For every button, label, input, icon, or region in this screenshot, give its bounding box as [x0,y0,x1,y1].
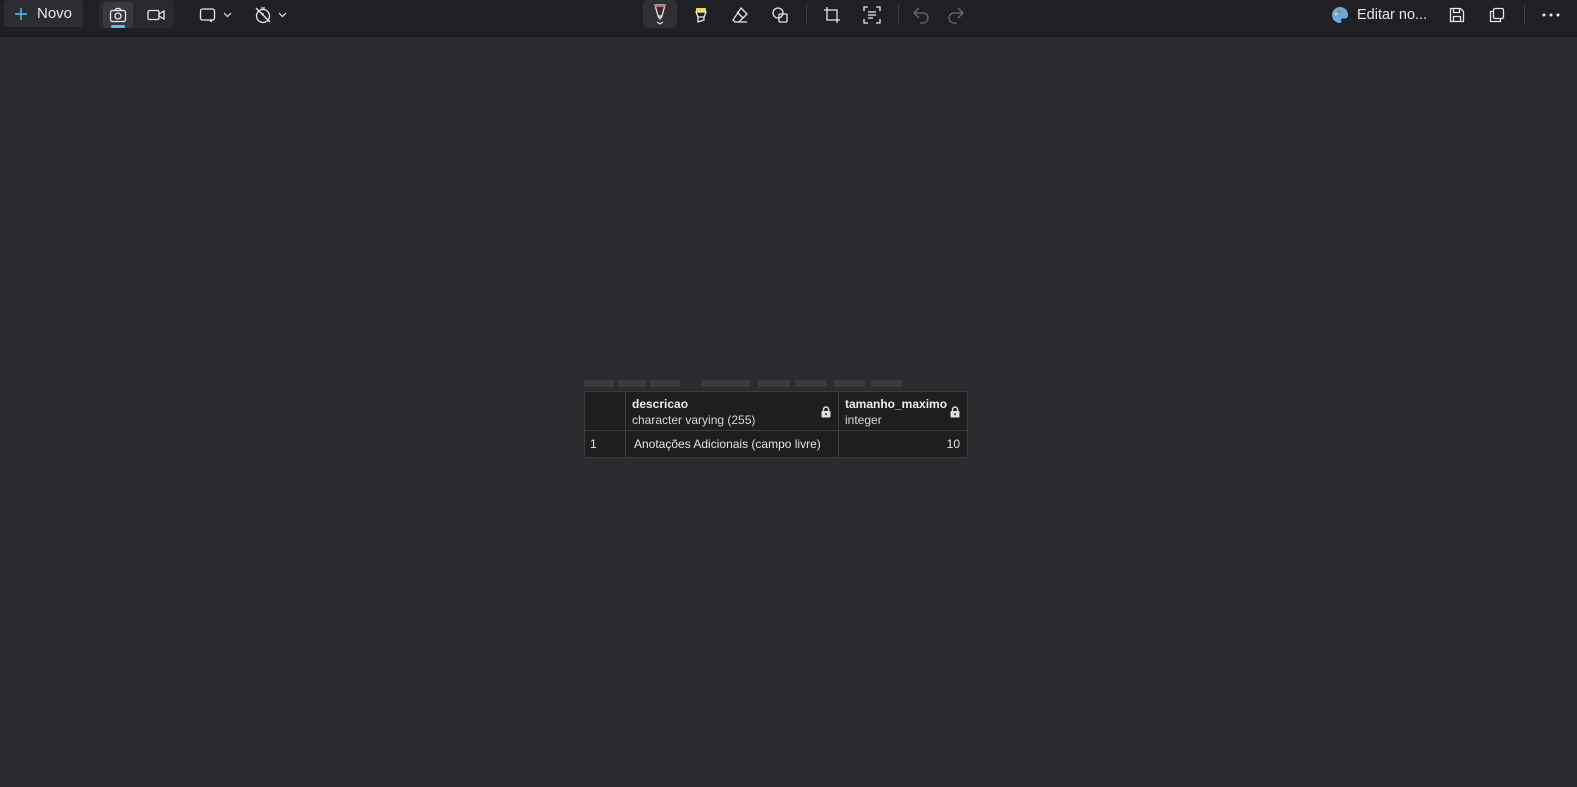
video-mode-button[interactable] [141,2,171,28]
snipping-toolbar: Novo Editar no... [0,0,1577,37]
snip-partial-toolbar [584,379,914,389]
chevron-down-icon [278,12,287,18]
new-button-label: Novo [37,5,73,22]
save-button[interactable] [1442,2,1472,28]
timer-off-icon [254,6,272,24]
copy-button[interactable] [1482,2,1512,28]
new-button[interactable]: Novo [4,0,83,27]
table-row: 1 Anotações Adicionais (campo livre) 10 [585,431,967,457]
copy-icon [1489,7,1505,23]
redo-icon [947,6,965,24]
rectangle-snip-icon [199,7,217,23]
toolbar-divider [1524,4,1525,24]
column-type: integer [845,413,882,427]
plus-icon [14,7,28,21]
row-number: 1 [585,431,626,457]
save-icon [1449,7,1465,23]
column-name: descricao [632,397,689,411]
video-icon [147,8,165,22]
chevron-down-icon [223,12,232,18]
captured-snip: descricao character varying (255) tamanh… [584,379,968,459]
delay-dropdown[interactable] [250,2,290,28]
edit-in-paint-button[interactable]: Editar no... [1331,2,1431,28]
snip-shape-dropdown[interactable] [195,2,235,28]
eraser-button[interactable] [725,2,755,28]
redo-button[interactable] [942,2,970,28]
column-header-descricao: descricao character varying (255) [626,392,839,430]
cell-value: Anotações Adicionais (campo livre) [634,437,821,451]
highlighter-button[interactable] [686,2,716,28]
active-mode-indicator [111,25,125,28]
cell-descricao: Anotações Adicionais (campo livre) [626,431,839,457]
shapes-button[interactable] [765,2,795,28]
column-name: tamanho_maximo [845,397,948,411]
highlighter-icon [692,6,710,24]
more-options-button[interactable] [1536,2,1566,28]
paint-palette-icon [1331,6,1349,24]
result-table: descricao character varying (255) tamanh… [584,391,968,458]
camera-icon [109,7,127,23]
ballpoint-pen-icon [651,2,669,26]
toolbar-divider [898,4,899,24]
text-actions-icon [863,6,881,24]
lock-icon [821,406,831,421]
text-actions-button[interactable] [857,2,887,28]
column-type: character varying (255) [632,413,756,427]
undo-button[interactable] [907,2,935,28]
table-header-row: descricao character varying (255) tamanh… [585,392,967,431]
crop-button[interactable] [817,2,847,28]
eraser-icon [731,6,749,24]
undo-icon [912,6,930,24]
ballpoint-pen-button[interactable] [643,0,677,28]
more-icon [1542,13,1560,17]
toolbar-divider [806,4,807,24]
crop-icon [823,6,841,24]
column-header-tamanho-maximo: tamanho_maximo integer [839,392,967,430]
row-number-header [585,392,626,430]
lock-icon [950,406,960,421]
cell-value: 10 [946,437,960,451]
cell-tamanho-maximo: 10 [839,431,967,457]
edit-in-paint-label: Editar no... [1357,7,1428,23]
shapes-icon [771,6,789,24]
